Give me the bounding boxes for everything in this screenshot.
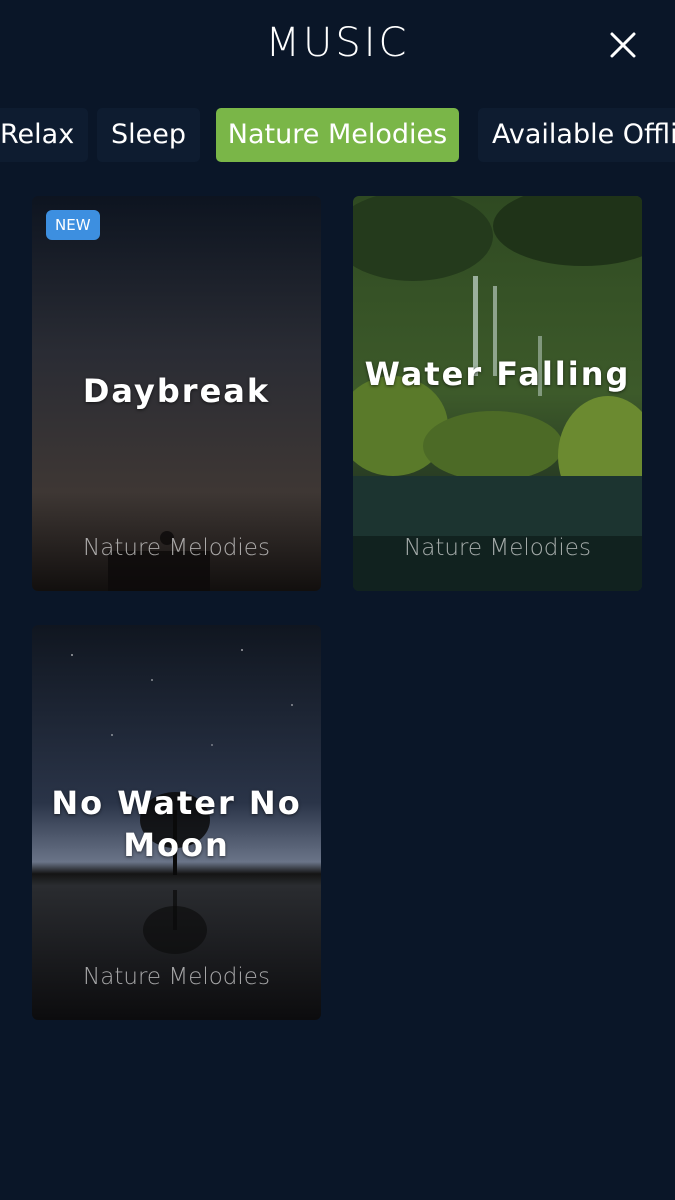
card-title: Daybreak: [82, 372, 271, 410]
page-title: MUSIC: [265, 20, 410, 66]
track-card-water-falling[interactable]: Water Falling Nature Melodies: [353, 196, 642, 591]
close-icon: [610, 32, 636, 58]
new-badge: NEW: [46, 210, 100, 240]
tab-nature-melodies[interactable]: Nature Melodies: [216, 108, 459, 162]
category-tabs: Relax Sleep Nature Melodies Available Of…: [0, 108, 675, 162]
tab-sleep[interactable]: Sleep: [97, 108, 201, 162]
track-card-daybreak[interactable]: NEW Daybreak Nature Melodies: [32, 196, 321, 591]
music-screen: MUSIC Relax Sleep Nature Melodies Availa…: [0, 0, 675, 1200]
card-subtitle: Nature Melodies: [83, 535, 270, 561]
card-title: No Water No Moon: [51, 784, 302, 864]
card-title: Water Falling: [364, 355, 631, 393]
track-card-no-water-no-moon[interactable]: No Water No Moon Nature Melodies: [32, 625, 321, 1020]
card-subtitle: Nature Melodies: [404, 535, 591, 561]
tab-available-offline[interactable]: Available Offline: [478, 108, 675, 162]
card-subtitle: Nature Melodies: [83, 964, 270, 990]
close-button[interactable]: [604, 26, 642, 64]
tab-relax[interactable]: Relax: [0, 108, 89, 162]
